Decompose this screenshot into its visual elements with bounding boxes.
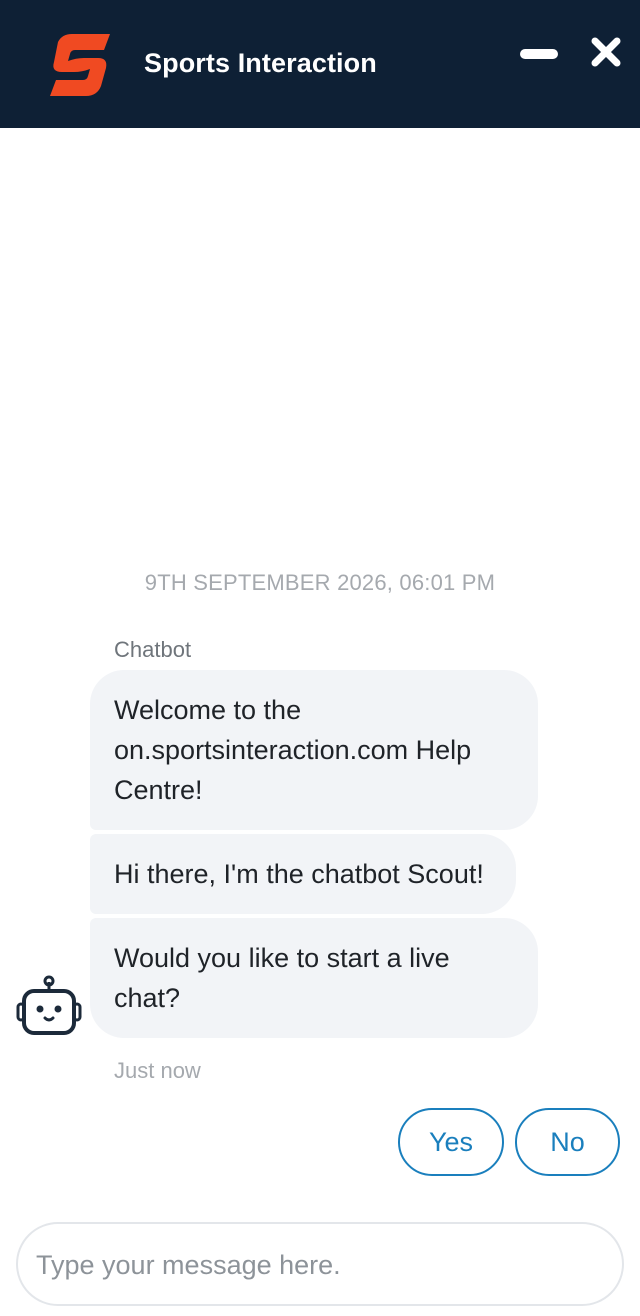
message-composer xyxy=(16,1222,624,1306)
minimize-icon xyxy=(520,49,558,59)
sender-name: Chatbot xyxy=(114,637,192,662)
minimize-button[interactable] xyxy=(516,36,560,72)
close-button[interactable] xyxy=(586,32,626,72)
sports-interaction-logo-icon xyxy=(50,34,110,96)
chat-message: Would you like to start a live chat? xyxy=(90,918,538,1038)
quick-reply-yes-button[interactable]: Yes xyxy=(398,1108,504,1176)
chat-message: Welcome to the on.sportsinteraction.com … xyxy=(90,670,538,830)
header-title: Sports Interaction xyxy=(144,48,377,78)
message-time: Just now xyxy=(114,1058,201,1083)
robot-icon xyxy=(16,975,82,1035)
chat-message: Hi there, I'm the chatbot Scout! xyxy=(90,834,516,914)
message-input[interactable] xyxy=(36,1244,596,1286)
conversation-date: 9TH SEPTEMBER 2026, 06:01 PM xyxy=(144,570,496,595)
quick-reply-no-button[interactable]: No xyxy=(515,1108,620,1176)
chat-header: Sports Interaction xyxy=(0,0,640,128)
close-icon xyxy=(591,37,621,67)
